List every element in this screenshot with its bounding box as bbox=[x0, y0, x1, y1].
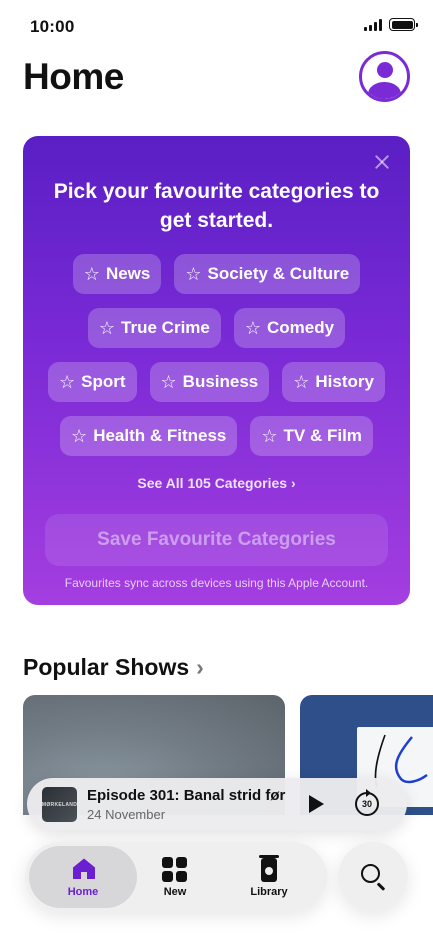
home-icon bbox=[70, 857, 96, 883]
battery-icon bbox=[389, 18, 418, 31]
chip-row: ☆ True Crime ☆ Comedy bbox=[23, 308, 410, 348]
star-icon: ☆ bbox=[185, 264, 202, 284]
categories-heading: Pick your favourite categories to get st… bbox=[53, 180, 380, 232]
category-chip-sport[interactable]: ☆ Sport bbox=[48, 362, 137, 402]
tab-label: Library bbox=[250, 885, 288, 898]
category-chip-history[interactable]: ☆ History bbox=[282, 362, 385, 402]
episode-date: 24 November bbox=[87, 807, 166, 822]
page-title: Home bbox=[23, 56, 124, 97]
star-icon: ☆ bbox=[71, 426, 88, 446]
category-chip-tv-film[interactable]: ☆ TV & Film bbox=[250, 416, 373, 456]
episode-title: Episode 301: Banal strid før bbox=[87, 787, 286, 804]
tab-new[interactable]: New bbox=[135, 842, 215, 912]
tab-home[interactable]: Home bbox=[29, 846, 137, 908]
star-icon: ☆ bbox=[83, 264, 100, 284]
tab-label: New bbox=[163, 885, 187, 898]
status-icons bbox=[364, 18, 418, 31]
status-bar: 10:00 bbox=[0, 0, 433, 52]
star-icon: ☆ bbox=[98, 318, 116, 338]
episode-artwork: MØRKELAND bbox=[42, 787, 77, 822]
category-chip-comedy[interactable]: ☆ Comedy bbox=[233, 308, 346, 348]
tab-library[interactable]: Library bbox=[225, 842, 313, 912]
chip-row: ☆ News ☆ Society & Culture bbox=[23, 254, 410, 294]
chip-row: ☆ Sport ☆ Business ☆ History bbox=[23, 362, 410, 402]
category-chip-true-crime[interactable]: ☆ True Crime bbox=[87, 308, 221, 348]
popular-shows-header[interactable]: Popular Shows › bbox=[23, 654, 204, 681]
search-icon bbox=[361, 864, 380, 883]
sync-note: Favourites sync across devices using thi… bbox=[64, 576, 369, 590]
section-title: Popular Shows bbox=[23, 654, 190, 680]
star-icon: ☆ bbox=[293, 372, 310, 392]
cellular-signal-icon bbox=[364, 18, 382, 31]
see-all-categories-link[interactable]: See All 105 Categories › bbox=[23, 475, 410, 491]
mini-player[interactable]: MØRKELAND Episode 301: Banal strid før 2… bbox=[27, 778, 407, 830]
category-chip-society-culture[interactable]: ☆ Society & Culture bbox=[174, 254, 361, 294]
status-time: 10:00 bbox=[30, 17, 75, 36]
star-icon: ☆ bbox=[160, 372, 177, 392]
save-favourite-categories-button[interactable]: Save Favourite Categories bbox=[45, 514, 388, 566]
star-icon: ☆ bbox=[261, 426, 278, 446]
categories-card: Pick your favourite categories to get st… bbox=[23, 136, 410, 605]
star-icon: ☆ bbox=[59, 372, 76, 392]
person-icon bbox=[377, 62, 393, 78]
library-icon bbox=[256, 854, 282, 883]
chevron-right-icon: › bbox=[196, 654, 204, 680]
tab-bar: Home New Library bbox=[25, 842, 327, 912]
account-avatar-button[interactable] bbox=[359, 51, 410, 102]
chip-row: ☆ Health & Fitness ☆ TV & Film bbox=[23, 416, 410, 456]
star-icon: ☆ bbox=[244, 318, 261, 338]
category-chip-health-fitness[interactable]: ☆ Health & Fitness bbox=[60, 416, 238, 456]
category-chip-news[interactable]: ☆ News bbox=[72, 254, 162, 294]
tab-label: Home bbox=[67, 885, 99, 898]
skip-forward-30-icon[interactable]: 30 bbox=[355, 789, 379, 816]
category-chip-business[interactable]: ☆ Business bbox=[149, 362, 270, 402]
grid-icon bbox=[162, 856, 188, 883]
search-button[interactable] bbox=[338, 842, 408, 912]
close-icon[interactable] bbox=[372, 152, 392, 172]
play-icon[interactable] bbox=[309, 795, 324, 813]
